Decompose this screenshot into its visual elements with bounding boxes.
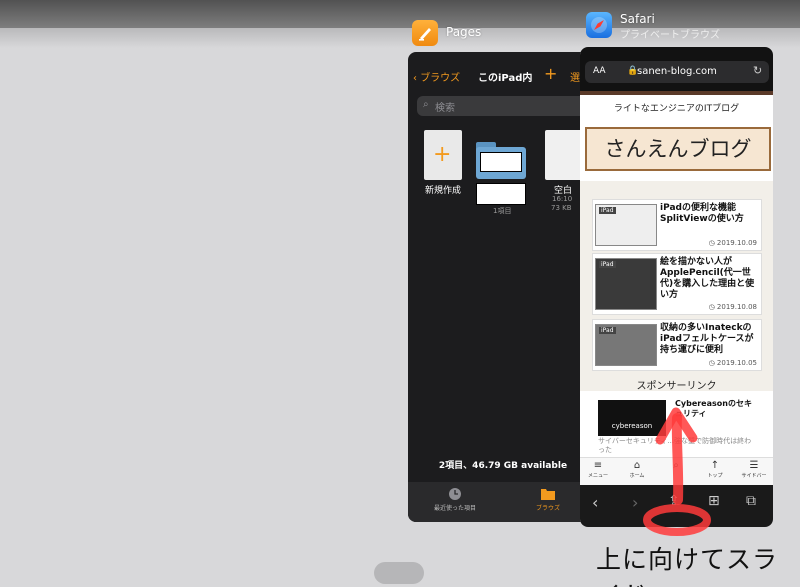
clock-icon <box>449 488 461 500</box>
blank-document-size: 73 KB <box>551 204 572 212</box>
new-document-tile[interactable]: + <box>424 130 462 180</box>
storage-summary: 2項目、46.79 GB available <box>438 461 568 471</box>
post-card[interactable]: iPad iPadの便利な機能SplitViewの使い方 ◷ 2019.10.0… <box>592 199 762 251</box>
sidebar-label: サイドバー <box>741 473 767 479</box>
sponsor-heading: スポンサーリンク <box>636 381 717 392</box>
post-thumbnail: iPad <box>595 258 657 310</box>
folder-item-count: 1項目 <box>493 207 512 215</box>
forward-icon[interactable]: › <box>632 493 638 512</box>
pages-search-field[interactable]: ⌕ 検索 <box>417 96 597 116</box>
post-badge: iPad <box>599 261 616 268</box>
blog-bottom-nav: ≡ メニュー ⌂ ホーム ⌕ ↑ トップ ☰ サイドバー <box>580 457 773 486</box>
tab-browse[interactable]: ブラウズ <box>528 487 568 512</box>
annotation-text: 上に向けてスライド <box>596 545 779 587</box>
pages-search-placeholder: 検索 <box>435 103 455 114</box>
reload-icon[interactable]: ↻ <box>753 64 762 77</box>
tab-recents-label: 最近使った項目 <box>433 505 476 512</box>
folder-tile[interactable] <box>476 142 526 180</box>
home-indicator[interactable] <box>374 562 424 584</box>
safari-toolbar: ‹ › ⇪ ⊞ ⧉ <box>580 485 773 527</box>
menu-label: メニュー <box>587 473 608 479</box>
pages-app-card[interactable]: ‹ ブラウズ このiPad内 + 選 ⌕ 検索 + 新規作成 1項目 空白 16… <box>408 52 598 522</box>
pages-back-label: ブラウズ <box>420 73 461 84</box>
pages-nav-title: このiPad内 <box>478 73 533 84</box>
search-icon: ⌕ <box>673 460 679 471</box>
menu-icon: ≡ <box>593 460 603 471</box>
search-button[interactable]: ⌕ <box>661 460 691 472</box>
home-icon: ⌂ <box>633 460 641 471</box>
blank-document-time: 16:10 <box>552 195 573 203</box>
tab-browse-label: ブラウズ <box>535 505 560 512</box>
post-list: iPad iPadの便利な機能SplitViewの使い方 ◷ 2019.10.0… <box>580 181 773 391</box>
safari-icon <box>586 12 612 38</box>
back-icon[interactable]: ‹ <box>592 493 598 512</box>
post-title: 絵を描かない人がApplePencil(代一世代)を購入した理由と使い方 <box>660 257 755 300</box>
safari-app-label: Safari プライベートブラウズ <box>586 12 720 41</box>
top-button[interactable]: ↑ トップ <box>700 460 730 479</box>
post-date: ◷ 2019.10.08 <box>708 303 757 311</box>
ad-title[interactable]: Cybereasonのセキュリティ <box>675 399 755 419</box>
folder-name-redaction <box>476 183 526 205</box>
safari-app-card[interactable]: AA 🔒 sanen-blog.com ↻ ライトなエンジニアのITブログ さん… <box>580 47 773 527</box>
home-label: ホーム <box>629 473 645 479</box>
safari-app-name: Safari <box>620 12 655 26</box>
post-badge: iPad <box>599 207 616 214</box>
pages-icon <box>412 20 438 46</box>
ad-image[interactable]: cybereason <box>598 400 666 436</box>
ad-brand: cybereason <box>611 422 653 430</box>
pages-add-button[interactable]: + <box>544 64 557 83</box>
post-date: ◷ 2019.10.05 <box>708 359 757 367</box>
folder-tab-icon <box>541 489 555 500</box>
search-icon: ⌕ <box>423 99 429 110</box>
post-card[interactable]: iPad 収納の多いInateckのiPadフェルトケースが持ち運びに便利 ◷ … <box>592 319 762 371</box>
address-domain: sanen-blog.com <box>637 66 717 77</box>
menu-button[interactable]: ≡ メニュー <box>583 460 613 479</box>
folder-redaction <box>480 152 522 172</box>
new-document-label: 新規作成 <box>425 186 462 196</box>
home-button[interactable]: ⌂ ホーム <box>622 460 652 479</box>
reader-options-button[interactable]: AA <box>593 66 606 76</box>
post-thumbnail: iPad <box>595 324 657 366</box>
post-thumbnail: iPad <box>595 204 657 246</box>
post-title: iPadの便利な機能SplitViewの使い方 <box>660 203 744 224</box>
sidebar-icon: ☰ <box>749 460 759 471</box>
post-badge: iPad <box>599 327 616 334</box>
pages-back-button[interactable]: ‹ ブラウズ <box>413 69 460 84</box>
pages-app-label: Pages <box>412 20 481 46</box>
sidebar-button[interactable]: ☰ サイドバー <box>739 460 769 479</box>
pages-select-button[interactable]: 選 <box>570 69 580 84</box>
plus-icon: + <box>433 142 452 167</box>
safari-header: AA 🔒 sanen-blog.com ↻ <box>580 47 773 91</box>
ad-description: サイバーセキュリティ...強な壁で防御時代は終わった <box>598 437 752 454</box>
blog-tagline: ライトなエンジニアのITブログ <box>613 104 740 114</box>
app-switcher-screen: Pages Safari プライベートブラウズ ‹ ブラウズ このiPad内 +… <box>0 0 800 587</box>
bookmarks-icon[interactable]: ⊞ <box>708 493 720 509</box>
safari-app-subtitle: プライベートブラウズ <box>620 30 720 41</box>
tabs-icon[interactable]: ⧉ <box>746 493 756 509</box>
pages-tab-bar: 最近使った項目 ブラウズ <box>408 482 598 522</box>
blog-logo[interactable]: さんえんブログ <box>585 127 771 171</box>
site-header-stripe <box>580 91 773 95</box>
post-title: 収納の多いInateckのiPadフェルトケースが持ち運びに便利 <box>660 323 754 355</box>
address-bar[interactable]: AA 🔒 sanen-blog.com ↻ <box>585 61 769 83</box>
blank-document-tile[interactable] <box>545 130 585 180</box>
post-date: ◷ 2019.10.09 <box>708 239 757 247</box>
top-label: トップ <box>707 473 723 479</box>
share-icon[interactable]: ⇪ <box>668 493 680 509</box>
pages-nav-bar: ‹ ブラウズ このiPad内 + 選 <box>408 64 598 86</box>
post-card[interactable]: iPad 絵を描かない人がApplePencil(代一世代)を購入した理由と使い… <box>592 253 762 315</box>
tab-recents[interactable]: 最近使った項目 <box>430 487 480 512</box>
pages-app-name: Pages <box>446 25 482 39</box>
arrow-up-icon: ↑ <box>710 460 720 471</box>
